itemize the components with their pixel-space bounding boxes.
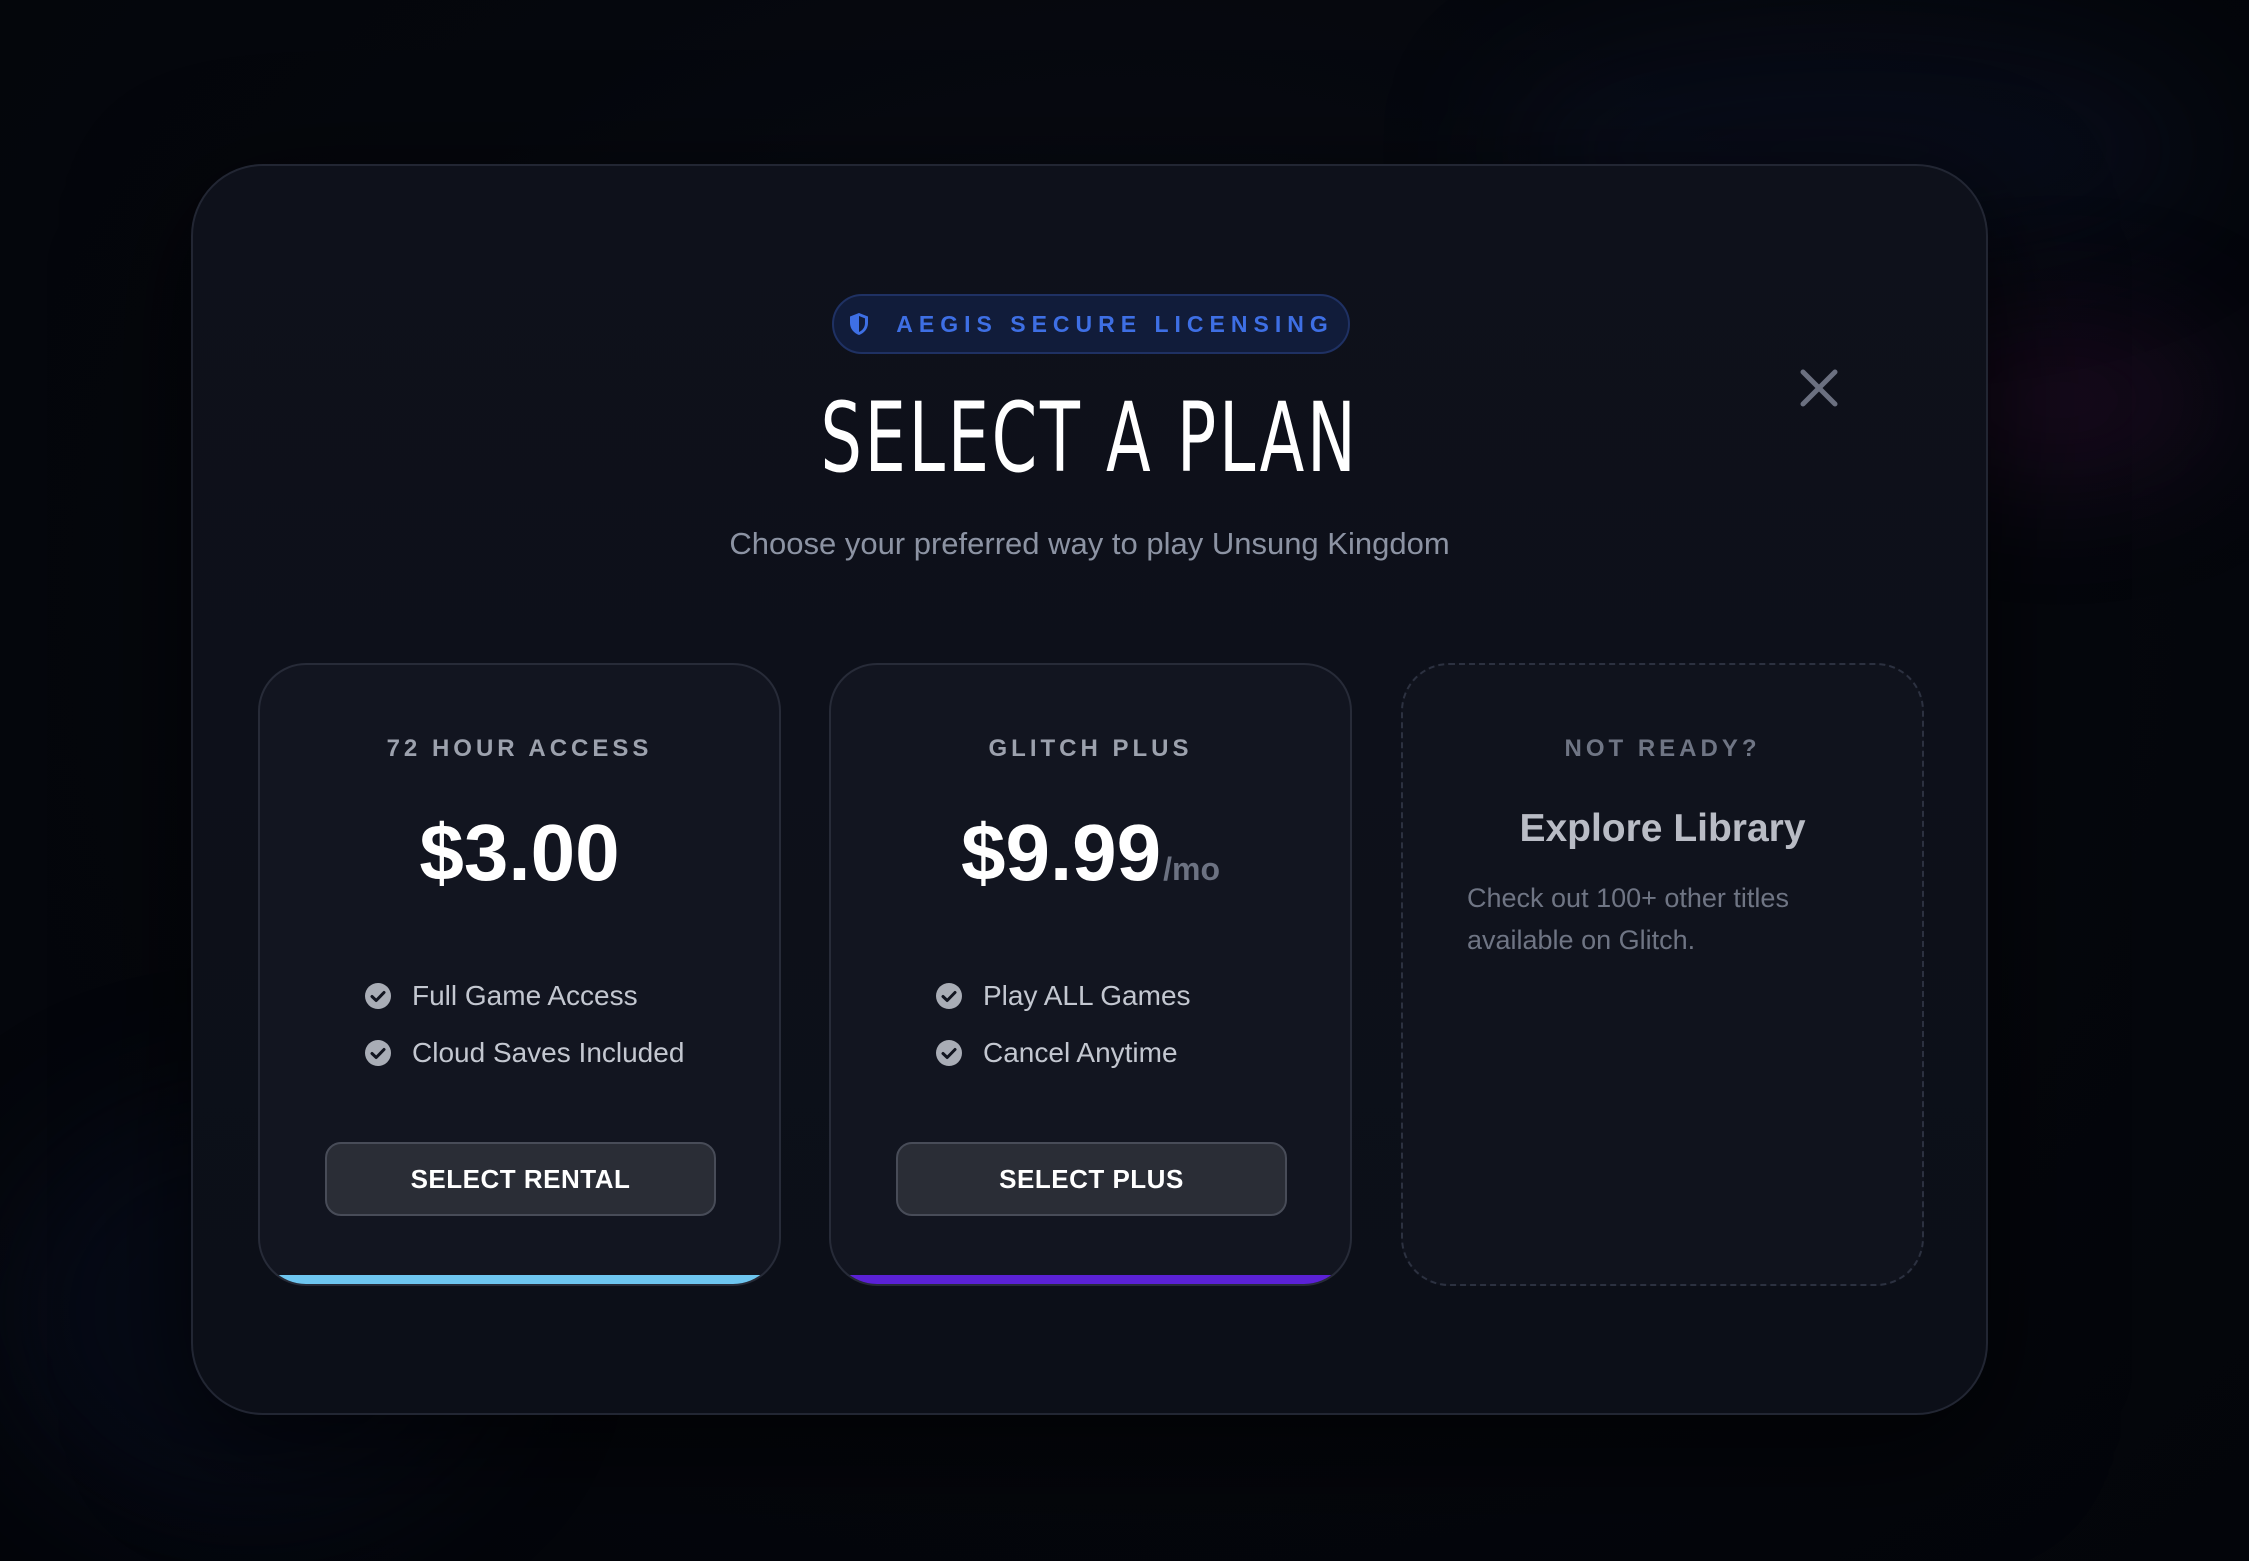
plan-price: $9.99 (960, 808, 1162, 897)
plan-card-rental: 72 HOUR ACCESS $3.00 Full Game Access Cl… (258, 663, 781, 1286)
feature-item: Play ALL Games (935, 967, 1191, 1024)
feature-item: Full Game Access (364, 967, 684, 1024)
plan-selection-modal: AEGIS SECURE LICENSING SELECT A PLAN Cho… (191, 164, 1988, 1415)
feature-text: Cloud Saves Included (412, 1036, 685, 1068)
plan-label: NOT READY? (1564, 735, 1761, 762)
check-circle-icon (935, 1039, 963, 1067)
feature-list: Play ALL Games Cancel Anytime (935, 967, 1191, 1081)
modal-subtitle: Choose your preferred way to play Unsung… (729, 526, 1450, 561)
price-row: $3.00 (260, 813, 779, 893)
feature-text: Full Game Access (412, 979, 638, 1011)
check-circle-icon (364, 1039, 392, 1067)
select-plus-button[interactable]: SELECT PLUS (896, 1142, 1287, 1216)
feature-text: Play ALL Games (983, 979, 1191, 1011)
badge-label: AEGIS SECURE LICENSING (896, 310, 1334, 337)
check-circle-icon (935, 982, 963, 1010)
close-icon[interactable] (1799, 368, 1839, 408)
rental-accent-bar (260, 1275, 779, 1284)
secure-licensing-badge: AEGIS SECURE LICENSING (832, 294, 1350, 354)
explore-library-card[interactable]: NOT READY? Explore Library Check out 100… (1401, 663, 1924, 1286)
price-row: $9.99/mo (831, 813, 1350, 893)
select-rental-button[interactable]: SELECT RENTAL (325, 1142, 716, 1216)
modal-title: SELECT A PLAN (820, 382, 1359, 494)
check-circle-icon (364, 982, 392, 1010)
plan-price: $3.00 (419, 808, 620, 897)
feature-item: Cancel Anytime (935, 1024, 1191, 1081)
close-button[interactable] (1787, 356, 1851, 420)
plus-accent-bar (831, 1275, 1350, 1284)
feature-list: Full Game Access Cloud Saves Included (364, 967, 684, 1081)
shield-icon (848, 312, 870, 336)
plan-label: GLITCH PLUS (988, 735, 1193, 762)
feature-text: Cancel Anytime (983, 1036, 1178, 1068)
feature-item: Cloud Saves Included (364, 1024, 684, 1081)
price-period: /mo (1163, 851, 1221, 887)
plan-card-plus: GLITCH PLUS $9.99/mo Play ALL Games Canc… (829, 663, 1352, 1286)
plan-label: 72 HOUR ACCESS (386, 735, 653, 762)
explore-library-link[interactable]: Explore Library (1403, 807, 1922, 851)
explore-description: Check out 100+ other titles available on… (1467, 883, 1789, 955)
